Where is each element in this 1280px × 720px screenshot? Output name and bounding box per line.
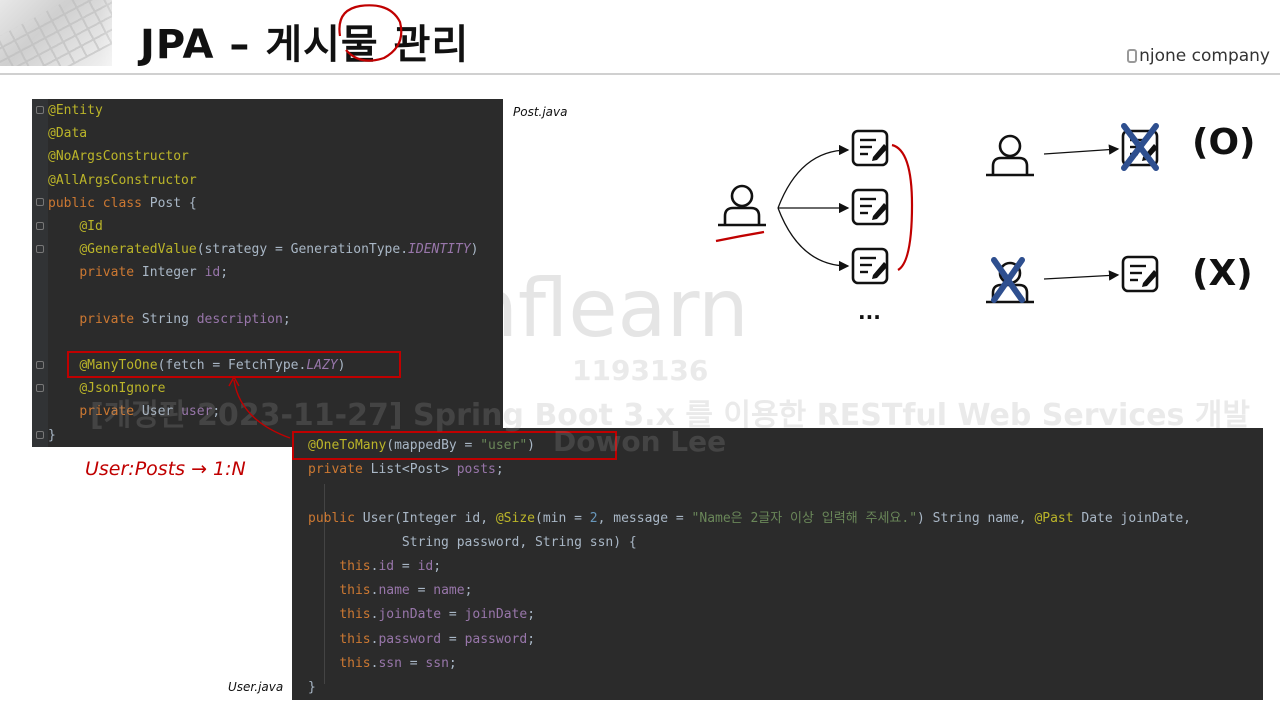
post-icon [851, 129, 890, 167]
post-icon [851, 188, 890, 226]
fold-icon [36, 431, 44, 439]
post-icon [1121, 129, 1160, 167]
user-code-lines: @OneToMany(mappedBy = "user") private Lis… [308, 434, 1191, 700]
code-line: @AllArgsConstructor [48, 172, 197, 188]
user-icon [716, 184, 768, 227]
fold-icon [36, 106, 44, 114]
editor-gutter [32, 99, 48, 447]
watermark-id: 1193136 [572, 354, 709, 387]
code-line: } [308, 679, 316, 695]
fold-icon [36, 245, 44, 253]
arrow-line [777, 207, 850, 272]
valid-mark: (O) [1192, 122, 1256, 163]
code-line: public class Post { [48, 195, 197, 211]
code-line: @Data [48, 126, 88, 142]
arrow-line [777, 144, 850, 209]
code-line: private User user; [79, 404, 221, 420]
code-line: String password, String ssn) { [308, 534, 637, 550]
fold-icon [36, 361, 44, 369]
arrow-line [1043, 270, 1120, 281]
brand-mark-icon [1127, 49, 1138, 63]
fold-icon [36, 222, 44, 230]
fold-icon [36, 198, 44, 206]
code-line: @Id [79, 218, 103, 234]
laptop-decoration [0, 0, 112, 66]
brand-name: njone company [1139, 46, 1270, 66]
user-underline [715, 230, 765, 243]
posts-bracket-annotation [891, 143, 914, 271]
valid-mark-text: (O) [1192, 122, 1256, 163]
code-line: @GeneratedValue(strategy = GenerationTyp… [79, 242, 479, 258]
fold-icon [36, 384, 44, 392]
code-line: public User(Integer id, @Size(min = 2, m… [308, 510, 1191, 526]
invalid-mark-text: (X) [1192, 253, 1253, 294]
ellipsis: ... [858, 300, 881, 324]
code-line: this.joinDate = joinDate; [339, 607, 536, 623]
post-file-label: Post.java [513, 105, 568, 119]
code-line: @JsonIgnore [79, 381, 166, 397]
code-line: this.id = id; [339, 558, 442, 574]
code-line: this.ssn = ssn; [339, 655, 457, 671]
invalid-mark: (X) [1192, 253, 1253, 294]
user-icon [984, 261, 1036, 304]
header-divider [0, 73, 1280, 75]
post-icon [1121, 255, 1160, 293]
relation-label: User:Posts → 1:N [85, 458, 246, 480]
code-line: @NoArgsConstructor [48, 149, 189, 165]
cross-icon [1121, 123, 1159, 171]
post-code-panel: @Entity @Data @NoArgsConstructor @AllArgsCo… [32, 99, 503, 447]
code-line: this.password = password; [339, 631, 536, 647]
brand-logo: njone company [1127, 46, 1270, 66]
code-line: private String description; [79, 311, 291, 327]
slide-title: JPA – 게시물 관리 [140, 22, 470, 68]
user-file-label: User.java [228, 680, 284, 694]
post-icon [851, 247, 890, 285]
code-line: @Entity [48, 103, 103, 118]
code-line: private Integer id; [79, 265, 229, 281]
code-line: this.name = name; [339, 583, 473, 599]
manytoone-highlight [67, 351, 401, 378]
arrow-line [1043, 144, 1120, 155]
code-line: private List<Post> posts; [308, 462, 504, 478]
cross-icon [991, 257, 1025, 303]
post-code-lines: @Entity @Data @NoArgsConstructor @AllArgsCo… [48, 99, 479, 447]
user-icon [984, 134, 1036, 177]
user-code-panel: @OneToMany(mappedBy = "user") private Lis… [292, 428, 1263, 700]
onetomany-highlight [292, 431, 617, 460]
